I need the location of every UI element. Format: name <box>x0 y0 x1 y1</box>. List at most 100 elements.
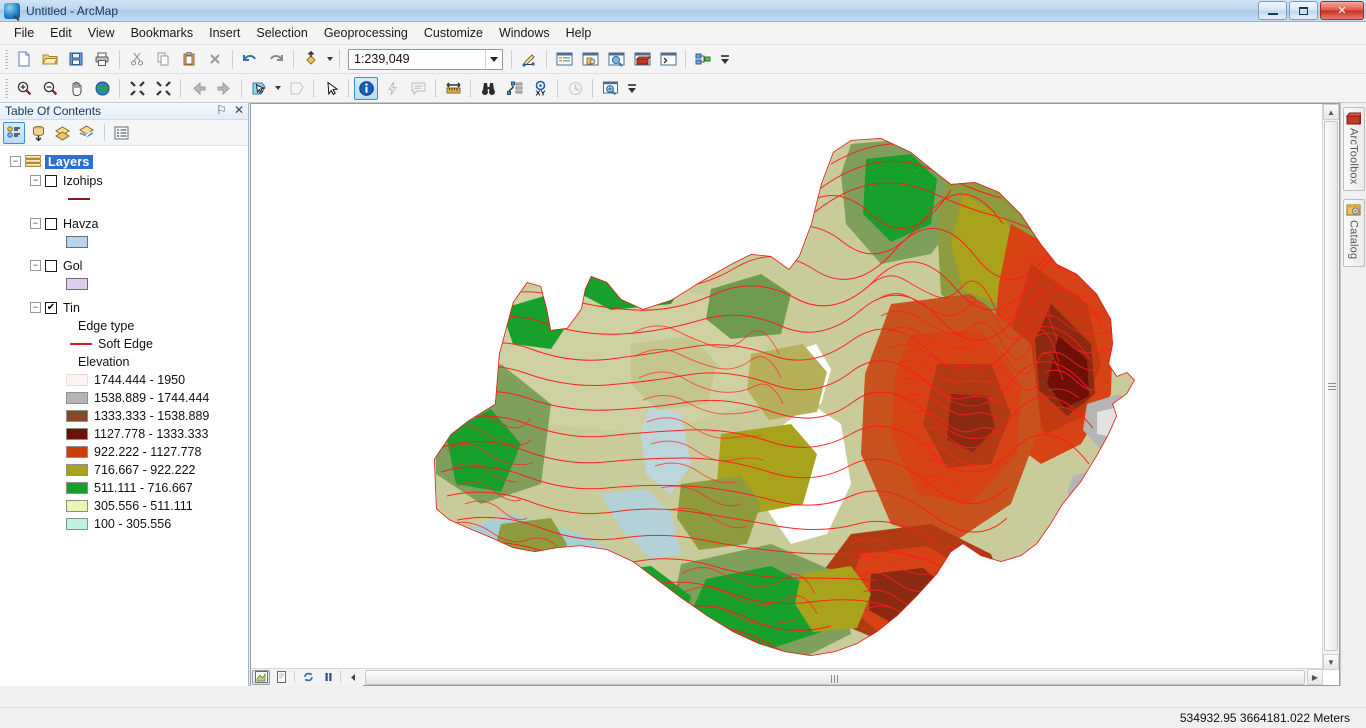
editor-toolbar-icon[interactable] <box>517 48 541 71</box>
toolbar-grip[interactable] <box>4 78 8 98</box>
menu-insert[interactable]: Insert <box>201 23 248 43</box>
toc-options-icon[interactable] <box>110 122 132 144</box>
layer-checkbox-gol[interactable] <box>45 259 57 272</box>
menu-help[interactable]: Help <box>558 23 600 43</box>
fixed-zoom-out-icon[interactable] <box>151 77 175 100</box>
select-features-dropdown-arrow-icon[interactable] <box>272 77 283 100</box>
toc-root-layers[interactable]: − Layers <box>10 152 248 171</box>
dock-tab-catalog[interactable]: Catalog <box>1342 199 1365 267</box>
scroll-up-arrow-icon[interactable]: ▲ <box>1323 104 1339 120</box>
scroll-down-arrow-icon[interactable]: ▼ <box>1323 654 1339 670</box>
map-horizontal-scrollbar[interactable] <box>363 669 1307 685</box>
undo-icon[interactable] <box>238 48 262 71</box>
auto-hide-pin-icon[interactable]: ⚐ <box>216 104 227 117</box>
model-builder-icon[interactable] <box>691 48 715 71</box>
menu-customize[interactable]: Customize <box>416 23 491 43</box>
paste-icon[interactable] <box>177 48 201 71</box>
scroll-right-arrow-icon[interactable]: ▶ <box>1307 669 1323 685</box>
menu-bookmarks[interactable]: Bookmarks <box>123 23 202 43</box>
time-slider-icon[interactable] <box>563 77 587 100</box>
data-view-icon[interactable] <box>252 669 270 685</box>
fixed-zoom-in-icon[interactable] <box>125 77 149 100</box>
pause-drawing-icon[interactable] <box>319 670 337 685</box>
expander-layers[interactable]: − <box>10 156 21 167</box>
find-binoculars-icon[interactable] <box>476 77 500 100</box>
full-extent-globe-icon[interactable] <box>90 77 114 100</box>
select-features-icon[interactable] <box>247 77 271 100</box>
refresh-view-icon[interactable] <box>299 670 317 685</box>
select-elements-arrow-icon[interactable] <box>319 77 343 100</box>
delete-icon[interactable] <box>203 48 227 71</box>
save-icon[interactable] <box>64 48 88 71</box>
map-hscroll-thumb[interactable] <box>365 669 1305 685</box>
identify-icon[interactable] <box>354 76 378 100</box>
menu-file[interactable]: File <box>6 23 42 43</box>
create-viewer-window-icon[interactable] <box>598 77 622 100</box>
list-by-selection-icon[interactable] <box>75 122 97 144</box>
expander-izohips[interactable]: − <box>30 175 41 186</box>
html-popup-icon[interactable] <box>406 77 430 100</box>
menu-view[interactable]: View <box>80 23 123 43</box>
zoom-in-icon[interactable] <box>12 77 36 100</box>
minimize-button[interactable] <box>1258 1 1287 20</box>
toc-close-icon[interactable]: ✕ <box>234 104 244 117</box>
layer-checkbox-tin[interactable]: ✔ <box>45 301 57 314</box>
back-extent-icon[interactable] <box>186 77 210 100</box>
expander-gol[interactable]: − <box>30 260 41 271</box>
arctoolbox-window-icon[interactable] <box>630 48 654 71</box>
close-button[interactable]: ✕ <box>1320 1 1364 20</box>
table-of-contents-icon[interactable] <box>552 48 576 71</box>
sidebar-item-tin[interactable]: − ✔ Tin <box>30 298 248 317</box>
new-map-icon[interactable] <box>12 48 36 71</box>
expander-havza[interactable]: − <box>30 218 41 229</box>
map-view-container: ▲ ▼ ▶ <box>250 103 1340 686</box>
print-icon[interactable] <box>90 48 114 71</box>
dock-tab-arctoolbox[interactable]: ArcToolbox <box>1342 107 1365 192</box>
list-by-visibility-icon[interactable] <box>51 122 73 144</box>
search-window-icon[interactable] <box>604 48 628 71</box>
map-canvas[interactable] <box>251 104 1323 670</box>
menu-selection[interactable]: Selection <box>248 23 315 43</box>
list-by-source-icon[interactable] <box>27 122 49 144</box>
measure-icon[interactable] <box>441 77 465 100</box>
open-folder-icon[interactable] <box>38 48 62 71</box>
map-vscroll-thumb[interactable] <box>1324 121 1338 651</box>
menu-geoprocessing[interactable]: Geoprocessing <box>316 23 416 43</box>
catalog-window-icon[interactable] <box>578 48 602 71</box>
standard-toolbar-overflow-button[interactable] <box>718 47 731 72</box>
expander-tin[interactable]: − <box>30 302 41 313</box>
toolbar-separator <box>685 49 686 69</box>
maximize-button[interactable] <box>1289 1 1318 20</box>
clear-selection-icon[interactable] <box>284 77 308 100</box>
sidebar-item-izohips[interactable]: − Izohips <box>30 171 248 190</box>
sidebar-item-havza[interactable]: − Havza <box>30 214 248 233</box>
find-route-icon[interactable] <box>502 77 526 100</box>
map-vertical-scrollbar[interactable]: ▲ ▼ <box>1322 104 1339 670</box>
tools-toolbar-overflow-button[interactable] <box>625 76 638 101</box>
layer-checkbox-izohips[interactable] <box>45 174 57 187</box>
layer-checkbox-havza[interactable] <box>45 217 57 230</box>
map-scale-combobox[interactable]: 1:239,049 <box>348 48 503 70</box>
toolbar-separator <box>592 78 593 98</box>
dock-tab-label-arctoolbox: ArcToolbox <box>1347 128 1360 185</box>
layout-view-icon[interactable] <box>272 670 290 685</box>
redo-icon[interactable] <box>264 48 288 71</box>
scroll-left-arrow-icon[interactable] <box>344 670 362 685</box>
pan-hand-icon[interactable] <box>64 77 88 100</box>
cut-icon[interactable] <box>125 48 149 71</box>
map-scale-dropdown-arrow-icon[interactable] <box>485 49 502 69</box>
python-window-icon[interactable] <box>656 48 680 71</box>
toolbar-grip[interactable] <box>4 49 8 69</box>
sidebar-item-gol[interactable]: − Gol <box>30 256 248 275</box>
go-to-xy-icon[interactable]: XY <box>528 77 552 100</box>
menu-windows[interactable]: Windows <box>491 23 558 43</box>
copy-icon[interactable] <box>151 48 175 71</box>
menu-edit[interactable]: Edit <box>42 23 80 43</box>
toolbar-separator <box>557 78 558 98</box>
forward-extent-icon[interactable] <box>212 77 236 100</box>
hyperlink-icon[interactable] <box>380 77 404 100</box>
list-by-drawing-order-icon[interactable] <box>3 121 25 144</box>
add-data-dropdown-arrow-icon[interactable] <box>324 48 335 71</box>
zoom-out-icon[interactable] <box>38 77 62 100</box>
add-data-icon[interactable] <box>299 48 323 71</box>
